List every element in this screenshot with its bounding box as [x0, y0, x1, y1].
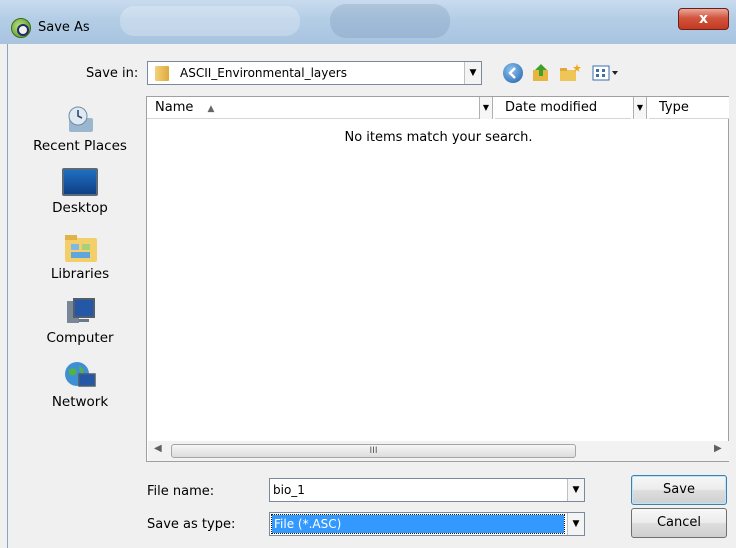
place-desktop[interactable]: Desktop [24, 168, 136, 216]
place-computer[interactable]: Computer [24, 296, 136, 346]
sort-ascending-icon: ▲ [207, 104, 215, 114]
recent-places-icon [63, 104, 97, 134]
chevron-down-icon[interactable]: ▼ [567, 513, 584, 535]
column-name-label: Name [155, 100, 194, 115]
place-label: Computer [46, 330, 114, 346]
close-button[interactable]: x [678, 8, 729, 30]
libraries-icon [63, 232, 97, 262]
cancel-button[interactable]: Cancel [631, 508, 727, 538]
save-in-label: Save in: [86, 66, 139, 81]
file-name-input[interactable]: bio_1 ▼ [269, 478, 585, 502]
scroll-left-icon[interactable]: ◀ [154, 443, 162, 454]
column-header-date-modified[interactable]: Date modified [495, 97, 631, 119]
back-icon[interactable] [503, 63, 523, 83]
chevron-down-icon[interactable]: ▼ [479, 97, 493, 119]
chevron-down-icon[interactable]: ▼ [567, 479, 584, 501]
place-label: Desktop [52, 200, 108, 216]
network-icon [63, 360, 97, 390]
chevron-down-icon[interactable]: ▼ [464, 62, 481, 84]
place-recent-places[interactable]: Recent Places [24, 104, 136, 154]
save-button[interactable]: Save [631, 475, 727, 505]
title-bar-glass [120, 6, 300, 36]
column-header-name[interactable]: Name ▲ [147, 97, 479, 119]
save-in-value: ASCII_Environmental_layers [180, 66, 347, 80]
empty-message: No items match your search. [344, 130, 533, 145]
save-in-combo[interactable]: ASCII_Environmental_layers ▼ [147, 61, 482, 85]
place-network[interactable]: Network [24, 360, 136, 410]
column-type-label: Type [659, 100, 689, 115]
new-folder-icon[interactable] [558, 62, 581, 82]
window-title: Save As [38, 20, 90, 35]
title-bar[interactable]: Save As x [0, 0, 736, 44]
computer-icon [63, 296, 97, 326]
file-name-label: File name: [147, 484, 215, 499]
place-label: Network [51, 394, 109, 410]
save-as-dialog: Save As x Save in: ASCII_Environmental_l… [0, 0, 736, 548]
chevron-down-icon[interactable]: ▼ [633, 97, 647, 119]
save-as-type-label: Save as type: [147, 517, 236, 532]
place-label: Libraries [50, 266, 110, 282]
place-label: Recent Places [33, 138, 127, 154]
horizontal-scrollbar[interactable]: ◀ III ▶ [148, 441, 729, 461]
scrollbar-thumb[interactable]: III [171, 444, 576, 458]
file-list[interactable]: Name ▲ ▼ Date modified ▼ Type No items m… [146, 96, 729, 462]
up-folder-icon[interactable] [531, 62, 551, 82]
view-menu-icon[interactable] [592, 63, 622, 83]
file-name-value: bio_1 [273, 483, 305, 497]
folder-icon [155, 66, 169, 81]
qgis-app-icon [11, 18, 31, 38]
save-as-type-select[interactable]: File (*.ASC) ▼ [269, 512, 585, 536]
title-bar-glass-shadow [330, 4, 450, 38]
desktop-icon [62, 168, 98, 196]
scroll-right-icon[interactable]: ▶ [714, 443, 722, 454]
column-date-label: Date modified [505, 100, 598, 115]
place-libraries[interactable]: Libraries [24, 232, 136, 282]
save-as-type-value: File (*.ASC) [271, 514, 565, 534]
column-header-type[interactable]: Type [649, 97, 729, 119]
